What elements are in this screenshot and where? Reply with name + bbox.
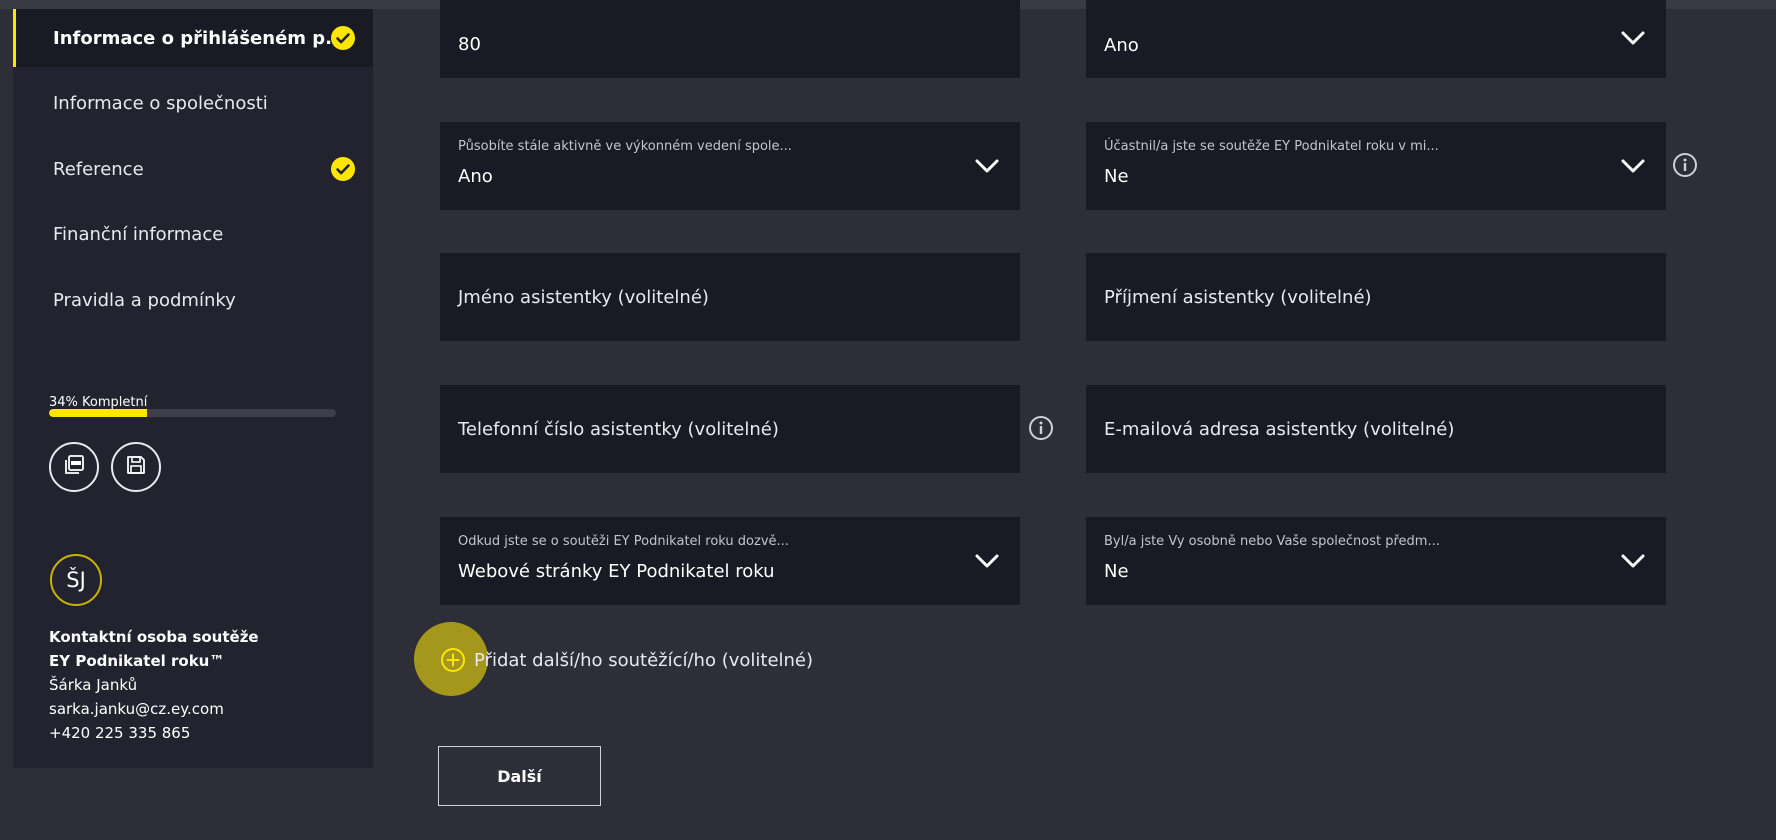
field-placeholder: Jméno asistentky (volitelné) (458, 286, 709, 308)
save-icon (124, 453, 148, 481)
chevron-down-icon (1621, 31, 1645, 45)
field-value: Ano (458, 166, 493, 187)
field-placeholder: E-mailová adresa asistentky (volitelné) (1104, 418, 1455, 440)
field-value: Ne (1104, 166, 1129, 187)
number-field[interactable]: 80 (440, 0, 1020, 78)
check-circle-icon (331, 26, 355, 50)
sidebar-item-label: Informace o společnosti (53, 92, 268, 114)
field-label: Odkud jste se o soutěži EY Podnikatel ro… (458, 534, 789, 549)
active-management-select[interactable]: Působíte stále aktivně ve výkonném veden… (440, 122, 1020, 210)
sidebar-item-financial-info[interactable]: Finanční informace (13, 205, 373, 263)
sidebar-item-terms[interactable]: Pravidla a podmínky (13, 271, 373, 329)
sidebar-item-label: Informace o přihlášeném p... (53, 27, 346, 49)
add-competitor-label: Přidat další/ho soutěžící/ho (volitelné) (474, 649, 814, 671)
assistant-email-input[interactable]: E-mailová adresa asistentky (volitelné) (1086, 385, 1666, 473)
field-label: Byl/a jste Vy osobně nebo Vaše společnos… (1104, 534, 1440, 549)
progress-label: 34% Kompletní (49, 395, 148, 410)
save-button[interactable] (111, 442, 161, 492)
info-icon[interactable] (1028, 415, 1054, 441)
chevron-down-icon (1621, 159, 1645, 173)
field-value: Ne (1104, 561, 1129, 582)
contact-name: Šárka Janků (49, 676, 138, 694)
assistant-first-name-input[interactable]: Jméno asistentky (volitelné) (440, 253, 1020, 341)
add-competitor-button[interactable]: Přidat další/ho soutěžící/ho (volitelné) (440, 646, 813, 674)
next-button[interactable]: Další (438, 746, 601, 806)
contact-phone[interactable]: +420 225 335 865 (49, 724, 190, 742)
pdf-icon (62, 453, 86, 481)
sidebar: Informace o přihlášeném p... Informace o… (13, 9, 373, 768)
progress-fill (49, 409, 147, 417)
chevron-down-icon (975, 554, 999, 568)
assistant-last-name-input[interactable]: Příjmení asistentky (volitelné) (1086, 253, 1666, 341)
assistant-phone-input[interactable]: Telefonní číslo asistentky (volitelné) (440, 385, 1020, 473)
subject-select[interactable]: Byl/a jste Vy osobně nebo Vaše společnos… (1086, 517, 1666, 605)
field-value: 80 (458, 34, 481, 55)
sidebar-item-label: Pravidla a podmínky (53, 289, 236, 311)
contact-email[interactable]: sarka.janku@cz.ey.com (49, 700, 224, 718)
chevron-down-icon (975, 159, 999, 173)
sidebar-item-company-info[interactable]: Informace o společnosti (13, 74, 373, 132)
contact-heading-line2: EY Podnikatel roku™ (49, 652, 225, 670)
past-participation-select[interactable]: Účastnil/a jste se soutěže EY Podnikatel… (1086, 122, 1666, 210)
progress-bar (49, 409, 336, 417)
field-placeholder: Telefonní číslo asistentky (volitelné) (458, 418, 779, 440)
avatar: ŠJ (50, 554, 102, 606)
field-placeholder: Příjmení asistentky (volitelné) (1104, 286, 1372, 308)
sidebar-item-applicant-info[interactable]: Informace o přihlášeném p... (13, 9, 373, 67)
info-icon[interactable] (1672, 152, 1698, 178)
check-circle-icon (331, 157, 355, 181)
field-value: Webové stránky EY Podnikatel roku (458, 561, 775, 582)
field-label: Působíte stále aktivně ve výkonném veden… (458, 139, 792, 154)
field-label: Účastnil/a jste se soutěže EY Podnikatel… (1104, 139, 1439, 154)
chevron-down-icon (1621, 554, 1645, 568)
source-select[interactable]: Odkud jste se o soutěži EY Podnikatel ro… (440, 517, 1020, 605)
contact-heading-line1: Kontaktní osoba soutěže (49, 628, 259, 646)
sidebar-item-reference[interactable]: Reference (13, 140, 373, 198)
field-value: Ano (1104, 35, 1139, 56)
pdf-button[interactable] (49, 442, 99, 492)
select-field[interactable]: Ano (1086, 0, 1666, 78)
sidebar-item-label: Reference (53, 158, 144, 180)
plus-circle-icon (441, 648, 465, 672)
sidebar-item-label: Finanční informace (53, 223, 224, 245)
